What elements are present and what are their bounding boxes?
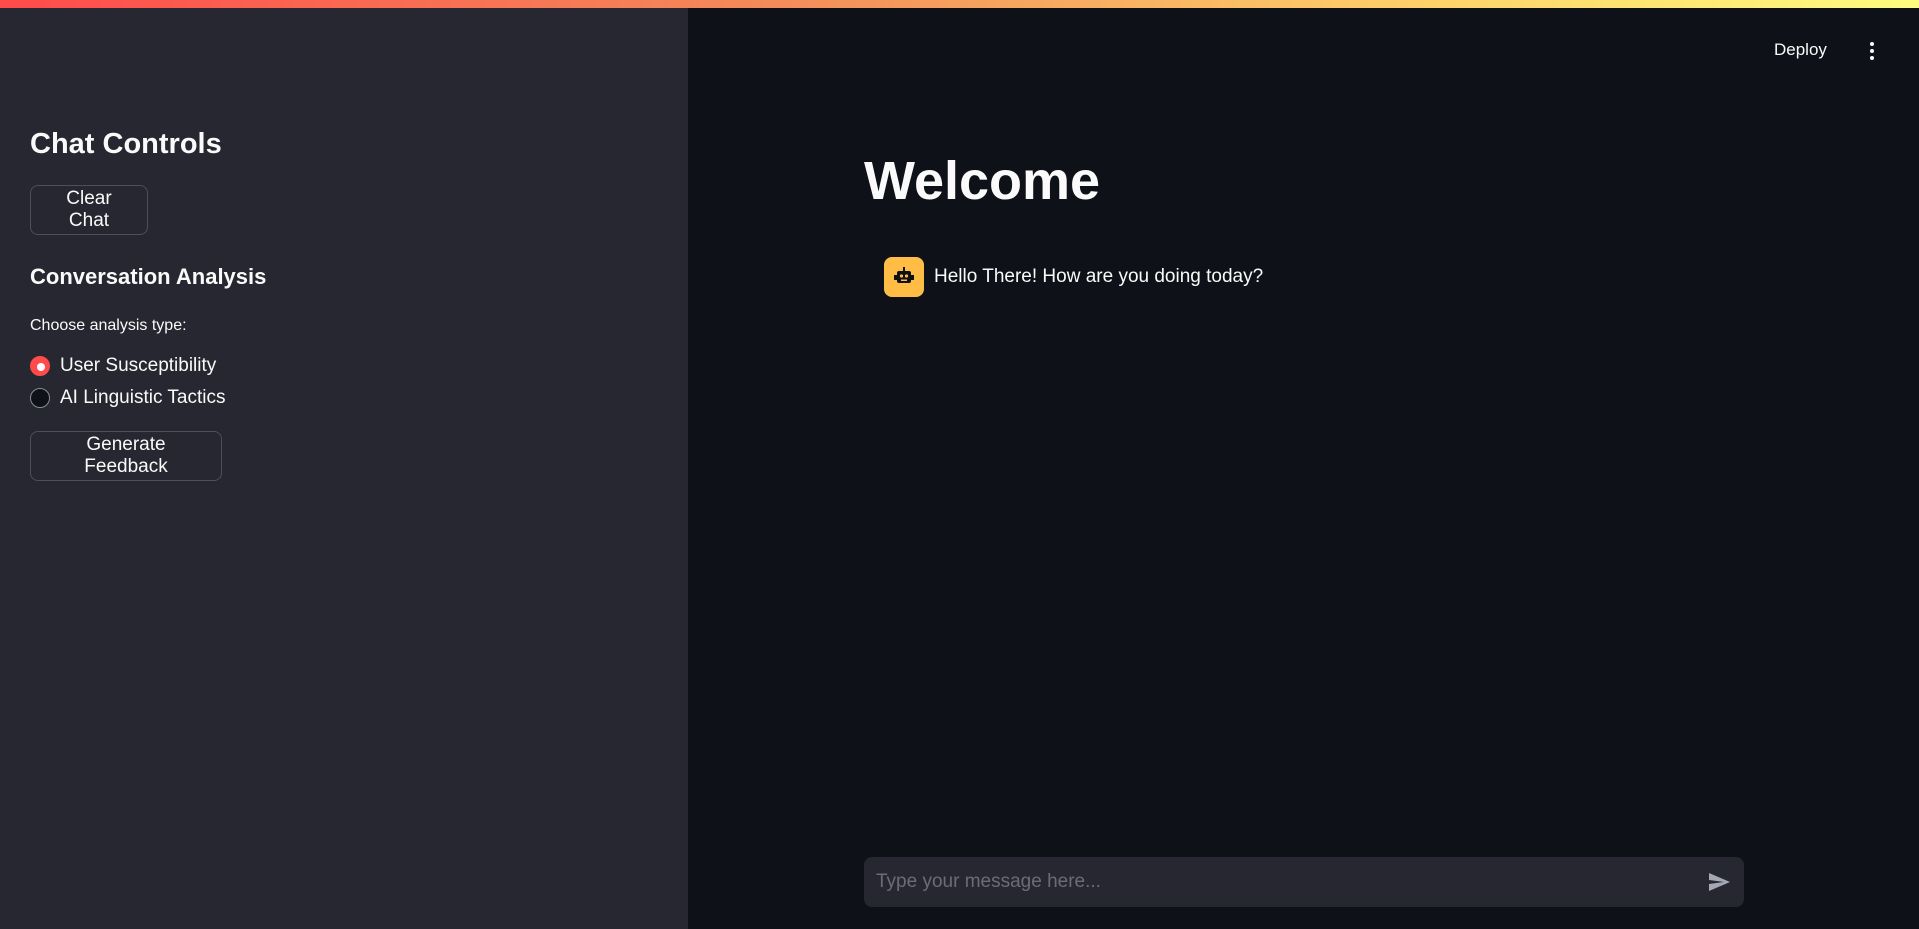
- sidebar-title: Chat Controls: [30, 128, 222, 160]
- analysis-type-radio-group: User Susceptibility AI Linguistic Tactic…: [30, 350, 225, 414]
- chat-input-container: [864, 857, 1744, 907]
- radio-ai-linguistic-tactics[interactable]: AI Linguistic Tactics: [30, 382, 225, 414]
- top-decoration-bar: [0, 0, 1919, 8]
- deploy-button[interactable]: Deploy: [1774, 40, 1827, 60]
- radio-option-label: AI Linguistic Tactics: [60, 387, 226, 408]
- radio-user-susceptibility[interactable]: User Susceptibility: [30, 350, 225, 382]
- send-icon[interactable]: [1706, 869, 1732, 895]
- radio-checked-icon[interactable]: [30, 356, 50, 376]
- app-root: Chat Controls Clear Chat Conversation An…: [0, 0, 1919, 929]
- robot-icon: [884, 257, 924, 297]
- kebab-menu-icon[interactable]: [1860, 39, 1884, 63]
- analysis-type-label: Choose analysis type:: [30, 317, 187, 334]
- radio-option-label: User Susceptibility: [60, 355, 217, 376]
- message-text: Hello There! How are you doing today?: [934, 266, 1264, 287]
- chat-message-assistant: Hello There! How are you doing today?: [884, 257, 1263, 297]
- sidebar: Chat Controls Clear Chat Conversation An…: [0, 0, 688, 929]
- radio-unchecked-icon[interactable]: [30, 388, 50, 408]
- conversation-analysis-heading: Conversation Analysis: [30, 264, 267, 289]
- clear-chat-button[interactable]: Clear Chat: [30, 185, 148, 235]
- chat-message-input[interactable]: [876, 871, 1706, 893]
- generate-feedback-button[interactable]: Generate Feedback: [30, 431, 222, 481]
- page-title: Welcome: [864, 151, 1101, 211]
